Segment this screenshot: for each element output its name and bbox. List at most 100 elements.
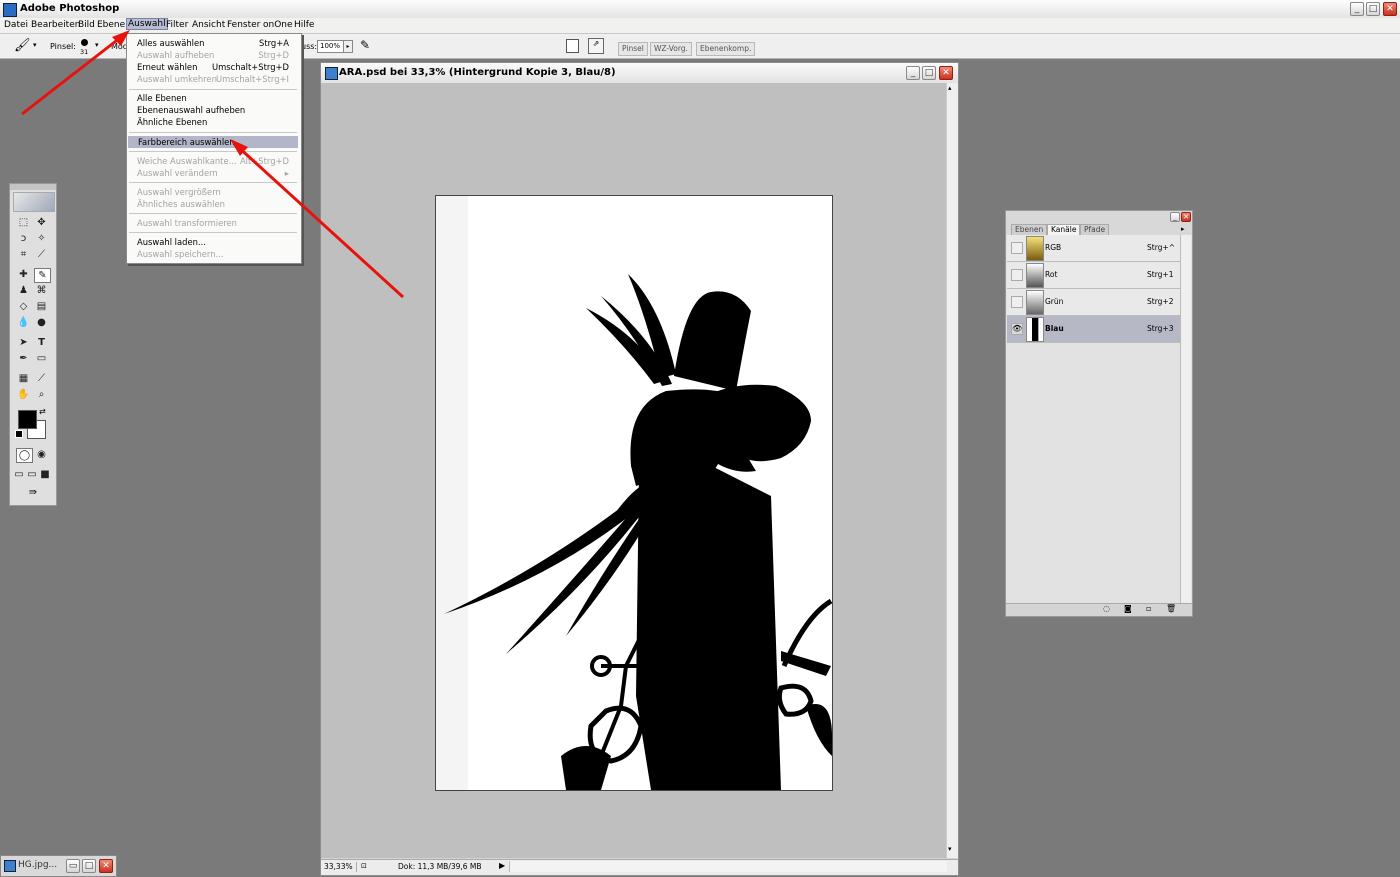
- menu-onone[interactable]: onOne: [263, 20, 293, 30]
- palette-tab-wz-vorg[interactable]: WZ-Vorg.: [650, 42, 692, 56]
- menu-bearbeiten[interactable]: Bearbeiten: [31, 20, 80, 30]
- channel-row-gruen[interactable]: Grün Strg+2: [1007, 289, 1180, 316]
- brush-tool-preset-icon[interactable]: 🖌: [14, 38, 31, 53]
- menu-item-auswahl-umkehren[interactable]: Auswahl umkehren Umschalt+Strg+I: [137, 73, 289, 85]
- path-selection-icon[interactable]: ➤: [16, 336, 31, 349]
- menu-item-auswahl-veraendern[interactable]: Auswahl verändern ▸: [137, 167, 289, 179]
- menu-item-weiche-auswahlkante[interactable]: Weiche Auswahlkante... Alt+Strg+D: [137, 155, 289, 167]
- zoom-field[interactable]: 33,33%: [324, 862, 357, 872]
- slice-tool-icon[interactable]: ⟋: [34, 248, 49, 261]
- doc-maximize-button[interactable]: □: [922, 66, 936, 80]
- document-title-bar[interactable]: ARA.psd bei 33,3% (Hintergrund Kopie 3, …: [321, 63, 958, 84]
- channel-row-blau[interactable]: 👁 Blau Strg+3: [1007, 316, 1180, 343]
- menu-datei[interactable]: Datei: [4, 20, 28, 30]
- brush-dot-icon[interactable]: [81, 39, 88, 46]
- lasso-tool-icon[interactable]: ↄ: [16, 232, 31, 245]
- swap-colors-icon[interactable]: ⇄: [39, 407, 46, 416]
- menu-item-auswahl-speichern[interactable]: Auswahl speichern...: [137, 248, 289, 260]
- brush-tool-icon[interactable]: ✎: [34, 268, 51, 283]
- menu-item-ebenenauswahl-aufheben[interactable]: Ebenenauswahl aufheben: [137, 104, 289, 116]
- maximize-button[interactable]: □: [82, 859, 96, 873]
- menu-ansicht[interactable]: Ansicht: [192, 20, 225, 30]
- airbrush-icon[interactable]: ✎: [360, 38, 376, 54]
- menu-item-farbbereich-auswaehlen[interactable]: Farbbereich auswählen...: [128, 136, 298, 148]
- shape-tool-icon[interactable]: ▭: [34, 352, 49, 365]
- zoom-tool-icon[interactable]: ⌕: [34, 388, 49, 401]
- hand-tool-icon[interactable]: ✋: [16, 388, 31, 401]
- visibility-toggle[interactable]: [1011, 242, 1023, 254]
- panel-close-button[interactable]: ✕: [1181, 212, 1191, 222]
- status-menu-arrow-icon[interactable]: ▶: [499, 861, 505, 870]
- eraser-tool-icon[interactable]: ◇: [16, 300, 31, 313]
- standard-mode-icon[interactable]: ◯: [16, 448, 33, 463]
- blur-tool-icon[interactable]: 💧: [16, 316, 31, 329]
- visibility-toggle[interactable]: [1011, 296, 1023, 308]
- menu-filter[interactable]: Filter: [166, 20, 188, 30]
- save-selection-icon[interactable]: ◙: [1124, 604, 1132, 613]
- eye-icon[interactable]: 👁: [1011, 323, 1023, 335]
- canvas-area[interactable]: [321, 83, 946, 858]
- clone-stamp-icon[interactable]: ♟: [16, 284, 31, 297]
- menu-item-auswahl-aufheben[interactable]: Auswahl aufheben Strg+D: [137, 49, 289, 61]
- maximize-button[interactable]: □: [1366, 2, 1380, 16]
- minimize-button[interactable]: _: [1350, 2, 1364, 16]
- jump-to-imageready-icon[interactable]: ⇛: [16, 486, 50, 499]
- photoshop-feather-icon[interactable]: [13, 192, 55, 212]
- toggle-palettes-icon[interactable]: ⇗: [588, 38, 604, 54]
- panel-menu-icon[interactable]: ▸: [1181, 225, 1185, 233]
- toolbox-header[interactable]: [10, 184, 56, 190]
- channel-row-rgb[interactable]: RGB Strg+^: [1007, 235, 1180, 262]
- magic-wand-icon[interactable]: ✧: [34, 232, 49, 245]
- doc-close-button[interactable]: ✕: [939, 66, 953, 80]
- flow-input[interactable]: 100%: [317, 40, 345, 53]
- healing-brush-icon[interactable]: ✚: [16, 268, 31, 281]
- scroll-down-arrow-icon[interactable]: ▾: [948, 845, 952, 853]
- foreground-color-swatch[interactable]: [18, 410, 37, 429]
- menu-item-aehnliche-ebenen[interactable]: Ähnliche Ebenen: [137, 116, 289, 128]
- type-tool-icon[interactable]: T: [34, 336, 49, 349]
- gradient-tool-icon[interactable]: ▤: [34, 300, 49, 313]
- close-button[interactable]: ✕: [99, 859, 113, 873]
- panel-minimize-button[interactable]: _: [1170, 212, 1180, 222]
- dodge-tool-icon[interactable]: ●: [34, 316, 49, 329]
- channel-row-rot[interactable]: Rot Strg+1: [1007, 262, 1180, 289]
- screen-mode-menu-icon[interactable]: ▭: [26, 468, 38, 481]
- palette-tab-ebenenkomp[interactable]: Ebenenkomp.: [696, 42, 756, 56]
- horizontal-scrollbar[interactable]: [509, 861, 947, 872]
- default-colors-icon[interactable]: [15, 430, 23, 438]
- menu-item-auswahl-transformieren[interactable]: Auswahl transformieren: [137, 217, 289, 229]
- status-icon[interactable]: ⊡: [361, 862, 367, 870]
- new-channel-icon[interactable]: ▫: [1146, 604, 1151, 613]
- image-canvas[interactable]: [435, 195, 833, 791]
- eyedropper-icon[interactable]: ⟋: [34, 372, 49, 385]
- vertical-scrollbar[interactable]: ▴ ▾: [946, 83, 958, 858]
- delete-channel-icon[interactable]: 🗑: [1166, 604, 1176, 613]
- menu-item-auswahl-vergroessern[interactable]: Auswahl vergrößern: [137, 186, 289, 198]
- history-brush-icon[interactable]: ⌘: [34, 284, 49, 297]
- brush-picker-arrow-icon[interactable]: ▾: [95, 41, 99, 49]
- menu-auswahl[interactable]: Auswahl: [126, 18, 168, 30]
- notes-tool-icon[interactable]: ▦: [16, 372, 31, 385]
- close-button[interactable]: ✕: [1383, 2, 1397, 16]
- menu-item-aehnliches-auswaehlen[interactable]: Ähnliches auswählen: [137, 198, 289, 210]
- menu-ebene[interactable]: Ebene: [97, 20, 125, 30]
- palette-tab-pinsel[interactable]: Pinsel: [618, 42, 648, 56]
- menu-item-alle-ebenen[interactable]: Alle Ebenen: [137, 92, 289, 104]
- menu-hilfe[interactable]: Hilfe: [294, 20, 314, 30]
- marquee-tool-icon[interactable]: ⬚: [16, 216, 31, 229]
- load-channel-selection-icon[interactable]: ◌: [1103, 604, 1110, 613]
- crop-tool-icon[interactable]: ⌗: [16, 248, 31, 261]
- menu-fenster[interactable]: Fenster: [227, 20, 260, 30]
- restore-button[interactable]: ▭: [66, 859, 80, 873]
- doc-minimize-button[interactable]: _: [906, 66, 920, 80]
- scroll-up-arrow-icon[interactable]: ▴: [948, 84, 952, 92]
- quickmask-mode-icon[interactable]: ◉: [34, 448, 49, 461]
- pen-tool-icon[interactable]: ✒: [16, 352, 31, 365]
- preset-dropdown-icon[interactable]: ▾: [33, 41, 37, 49]
- move-tool-icon[interactable]: ✥: [34, 216, 49, 229]
- flow-arrow-icon[interactable]: ▸: [343, 40, 353, 53]
- menu-bild[interactable]: Bild: [78, 20, 95, 30]
- menu-item-auswahl-laden[interactable]: Auswahl laden...: [137, 236, 289, 248]
- screen-mode-standard-icon[interactable]: ▭: [13, 468, 25, 481]
- minimized-document[interactable]: HG.jpg... ▭ □ ✕: [0, 855, 117, 877]
